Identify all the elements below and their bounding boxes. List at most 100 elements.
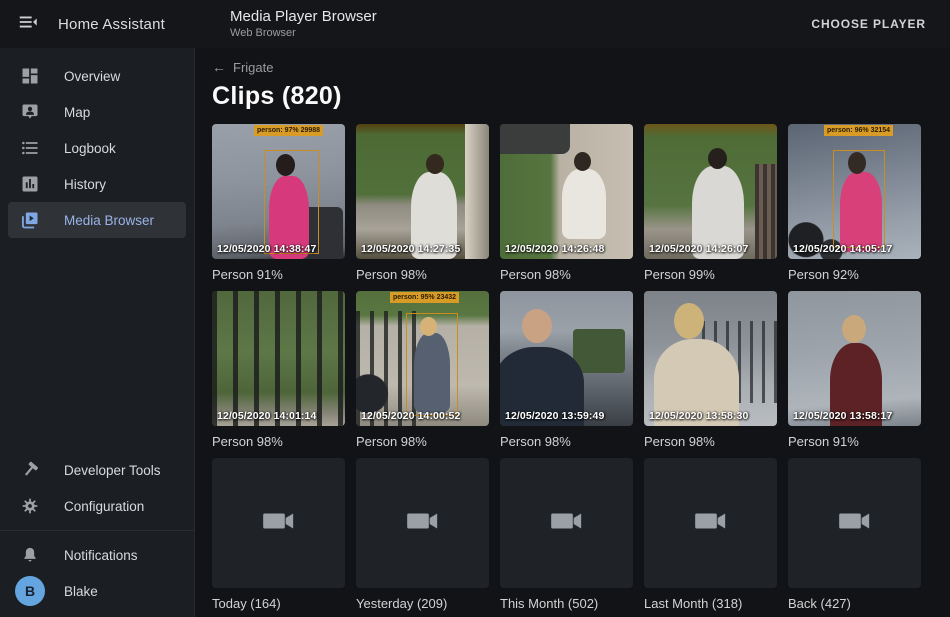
folder-thumbnail[interactable] (356, 458, 489, 588)
clip-confidence-label: Person 91% (212, 267, 345, 283)
sidebar-item-label: Developer Tools (64, 463, 161, 478)
folder-label: Last Month (318) (644, 596, 777, 612)
detection-bounding-box (264, 150, 319, 254)
clip-thumbnail[interactable]: 12/05/2020 13:58:30 (644, 291, 777, 426)
sidebar-item-label: Logbook (64, 141, 116, 156)
folder-card[interactable]: Today (164) (212, 458, 345, 612)
clip-card[interactable]: 12/05/2020 14:26:48Person 98% (500, 124, 633, 283)
clip-thumbnail[interactable]: 12/05/2020 14:26:48 (500, 124, 633, 259)
sidebar-divider (0, 530, 194, 531)
account-box-icon (18, 100, 42, 124)
user-avatar[interactable]: B (15, 576, 45, 606)
page-title-block: Media Player Browser Web Browser (230, 8, 377, 40)
clip-card[interactable]: 12/05/2020 13:59:49Person 98% (500, 291, 633, 450)
sidebar-item-label: History (64, 177, 106, 192)
clip-thumbnail[interactable]: 12/05/2020 14:01:14 (212, 291, 345, 426)
clip-confidence-label: Person 99% (644, 267, 777, 283)
app-header: Home Assistant Media Player Browser Web … (0, 0, 950, 48)
clips-page-title: Clips (820) (212, 80, 934, 112)
clip-card[interactable]: person: 96% 32154 12/05/2020 14:05:17 Pers… (788, 124, 921, 283)
sidebar: Overview Map Logbook History Media Browser D… (0, 48, 195, 617)
videocam-icon (835, 501, 875, 546)
user-name: Blake (64, 584, 98, 599)
folder-label: Back (427) (788, 596, 921, 612)
sidebar-item-map[interactable]: Map (8, 94, 186, 130)
clip-confidence-label: Person 92% (788, 267, 921, 283)
clip-card[interactable]: person: 97% 2998812/05/2020 14:38:47 Pers… (212, 124, 345, 283)
folder-card[interactable]: Yesterday (209) (356, 458, 489, 612)
folder-thumbnail[interactable] (500, 458, 633, 588)
sidebar-item-configuration[interactable]: Configuration (8, 488, 186, 524)
folder-label: Today (164) (212, 596, 345, 612)
back-arrow-icon: ← (212, 59, 226, 75)
clip-timestamp: 12/05/2020 14:05:17 (793, 243, 920, 255)
view-dashboard-icon (18, 64, 42, 88)
sidebar-item-history[interactable]: History (8, 166, 186, 202)
clip-timestamp: 12/05/2020 14:00:52 (361, 410, 488, 422)
scene-prop (573, 329, 625, 373)
sidebar-item-notifications[interactable]: Notifications (8, 537, 186, 573)
clip-thumbnail[interactable]: person: 96% 32154 12/05/2020 14:05:17 (788, 124, 921, 259)
scene-prop (500, 124, 570, 154)
person-silhouette (842, 315, 866, 343)
scene-prop (212, 291, 345, 426)
media-browser-content: ← Frigate Clips (820) person: 97% 299881… (196, 48, 950, 617)
sidebar-item-label: Map (64, 105, 90, 120)
person-silhouette (522, 309, 552, 343)
sidebar-toggle-button[interactable] (16, 12, 40, 36)
folder-card[interactable]: Last Month (318) (644, 458, 777, 612)
clip-timestamp: 12/05/2020 13:58:30 (649, 410, 776, 422)
page-subtitle: Web Browser (230, 27, 377, 40)
clip-card[interactable]: 12/05/2020 13:58:30 Person 98% (644, 291, 777, 450)
folder-thumbnail[interactable] (788, 458, 921, 588)
sidebar-item-profile[interactable]: B Blake (8, 573, 186, 609)
clip-confidence-label: Person 98% (356, 267, 489, 283)
bell-icon (18, 543, 42, 567)
clip-card[interactable]: 12/05/2020 14:26:07 Person 99% (644, 124, 777, 283)
choose-player-button[interactable]: CHOOSE PLAYER (805, 9, 932, 39)
folder-card[interactable]: This Month (502) (500, 458, 633, 612)
folder-thumbnail[interactable] (644, 458, 777, 588)
clip-card[interactable]: 12/05/2020 13:58:17 Person 91% (788, 291, 921, 450)
person-silhouette (708, 148, 727, 169)
clip-thumbnail[interactable]: person: 97% 2998812/05/2020 14:38:47 (212, 124, 345, 259)
chart-box-icon (18, 172, 42, 196)
person-silhouette (574, 152, 591, 171)
sidebar-item-overview[interactable]: Overview (8, 58, 186, 94)
sidebar-item-media-browser[interactable]: Media Browser (8, 202, 186, 238)
detection-bounding-box (833, 150, 885, 248)
list-bulleted-icon (18, 136, 42, 160)
person-silhouette (426, 154, 444, 174)
detection-label: person: 97% 29988 (254, 125, 323, 136)
clip-confidence-label: Person 98% (356, 434, 489, 450)
person-silhouette (674, 303, 704, 339)
sidebar-item-label: Overview (64, 69, 120, 84)
detection-label: person: 96% 32154 (824, 125, 893, 136)
app-title: Home Assistant (58, 16, 165, 33)
folder-thumbnail[interactable] (212, 458, 345, 588)
clip-thumbnail[interactable]: person: 95% 23432 12/05/2020 14:00:52 (356, 291, 489, 426)
clip-timestamp: 12/05/2020 13:59:49 (505, 410, 632, 422)
videocam-icon (403, 501, 443, 546)
videocam-icon (691, 501, 731, 546)
sidebar-item-logbook[interactable]: Logbook (8, 130, 186, 166)
sidebar-item-developer-tools[interactable]: Developer Tools (8, 452, 186, 488)
sidebar-item-label: Media Browser (64, 213, 154, 228)
clip-thumbnail[interactable]: 12/05/2020 13:58:17 (788, 291, 921, 426)
clip-timestamp: 12/05/2020 14:26:48 (505, 243, 632, 255)
clip-confidence-label: Person 91% (788, 434, 921, 450)
clip-confidence-label: Person 98% (212, 434, 345, 450)
detection-label: person: 95% 23432 (390, 292, 459, 303)
clip-card[interactable]: 12/05/2020 14:27:35 Person 98% (356, 124, 489, 283)
clip-card[interactable]: 12/05/2020 14:01:14 Person 98% (212, 291, 345, 450)
clip-card[interactable]: person: 95% 23432 12/05/2020 14:00:52 Pers… (356, 291, 489, 450)
clip-timestamp: 12/05/2020 13:58:17 (793, 410, 920, 422)
clip-thumbnail[interactable]: 12/05/2020 14:26:07 (644, 124, 777, 259)
clip-thumbnail[interactable]: 12/05/2020 13:59:49 (500, 291, 633, 426)
breadcrumb-back[interactable]: ← Frigate (212, 58, 273, 76)
sidebar-item-label: Configuration (64, 499, 144, 514)
folder-card[interactable]: Back (427) (788, 458, 921, 612)
clip-thumbnail[interactable]: 12/05/2020 14:27:35 (356, 124, 489, 259)
clip-confidence-label: Person 98% (644, 434, 777, 450)
sidebar-item-label: Notifications (64, 548, 138, 563)
